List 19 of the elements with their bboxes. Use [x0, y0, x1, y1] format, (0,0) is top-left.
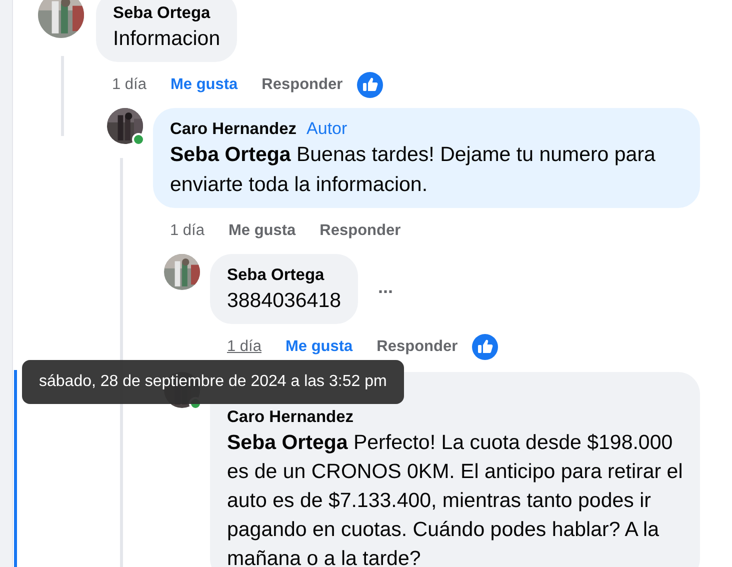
more-options-button[interactable]: ...: [378, 278, 394, 296]
comment-time[interactable]: 1 día: [112, 73, 146, 97]
reply-link[interactable]: Responder: [320, 219, 401, 243]
comment-text: Seba Ortega Buenas tardes! Dejame tu numero para enviarte toda la informacion.: [170, 142, 656, 198]
like-link[interactable]: Me gusta: [170, 73, 238, 97]
author-label: Autor: [306, 118, 348, 140]
reply-link[interactable]: Responder: [376, 335, 458, 359]
author-name[interactable]: Caro Hernandez: [170, 118, 297, 140]
comment-time[interactable]: 1 día: [170, 219, 204, 243]
like-link[interactable]: Me gusta: [228, 219, 296, 243]
comment-text: Informacion: [113, 26, 220, 52]
comment-time[interactable]: 1 día: [227, 335, 262, 359]
author-name[interactable]: Caro Hernandez: [227, 406, 354, 428]
like-link[interactable]: Me gusta: [285, 335, 353, 359]
reply-link[interactable]: Responder: [262, 73, 343, 97]
author-name[interactable]: Seba Ortega: [113, 2, 210, 24]
comment-text: Seba Ortega Perfecto! La cuota desde $198.000 es de un CRONOS 0KM. El anticipo para retirar el auto es de $7.133.400, mientras tanto podes ir pagando en cuotas. Cuándo podes hablar? A la mañana o a la tarde?: [227, 430, 683, 567]
author-name[interactable]: Seba Ortega: [227, 264, 324, 286]
comment-text: 3884036418: [227, 288, 342, 314]
